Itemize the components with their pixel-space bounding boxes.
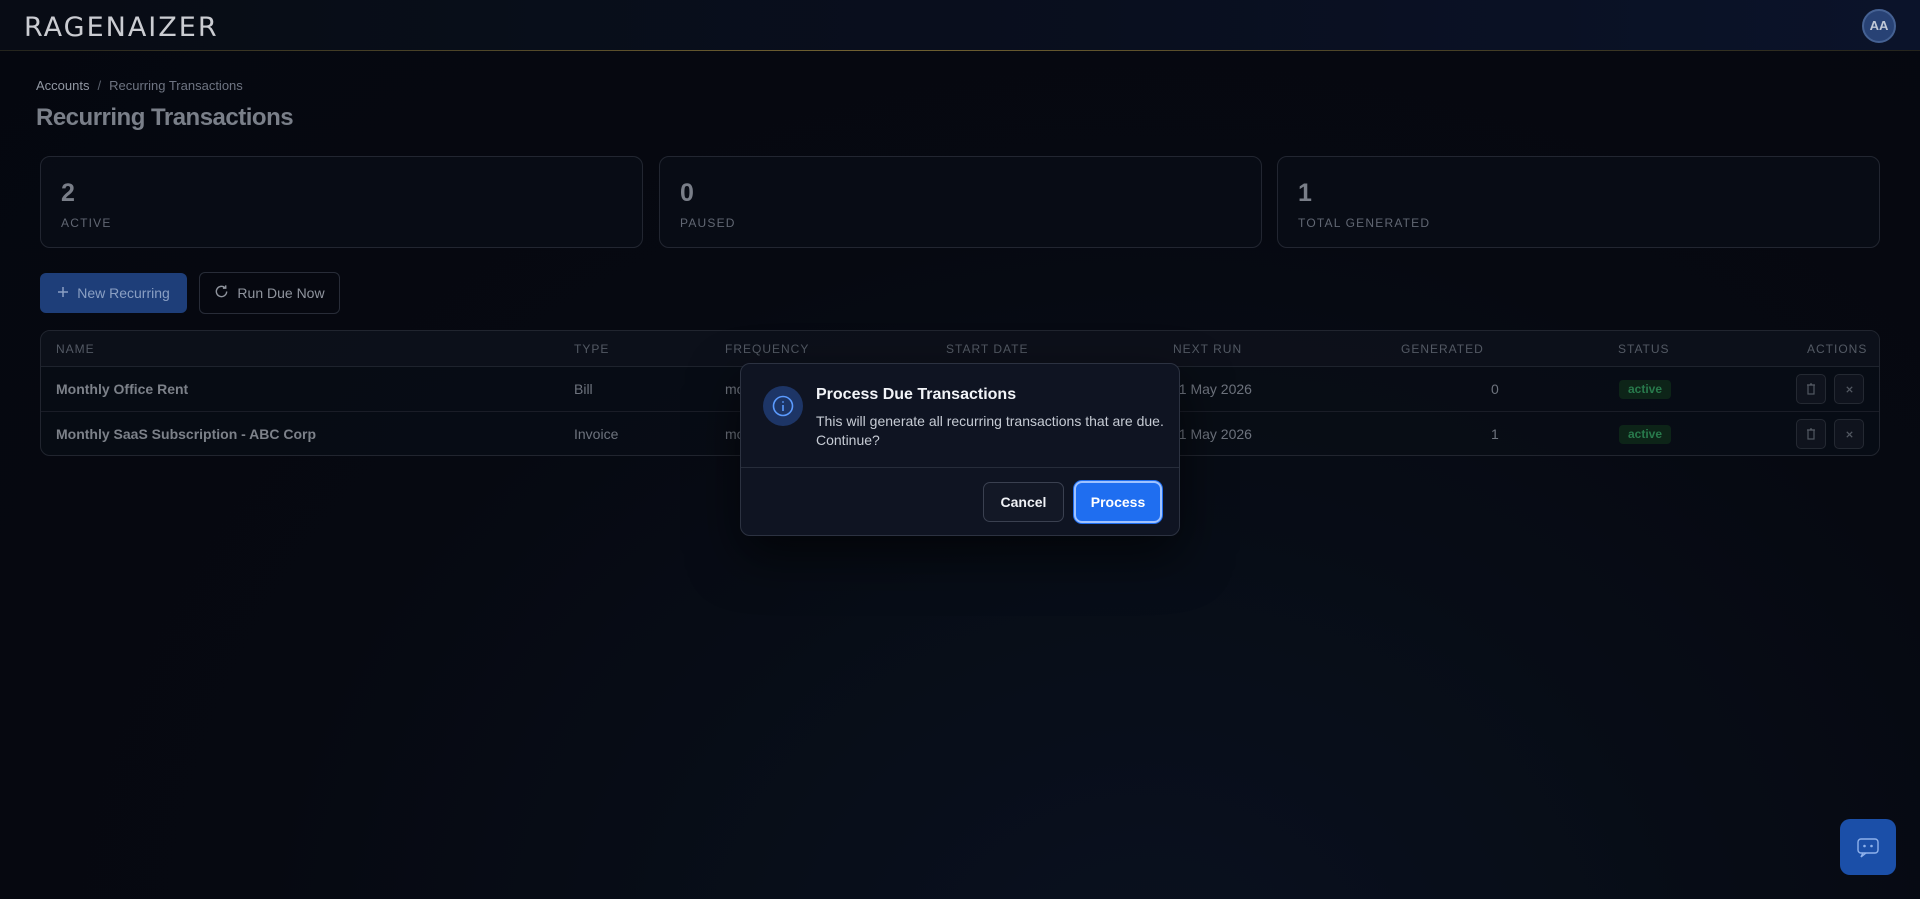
cancel-button[interactable]: Cancel — [983, 482, 1064, 522]
dialog-title: Process Due Transactions — [816, 386, 1017, 403]
info-icon — [763, 386, 803, 426]
dialog-message: This will generate all recurring transac… — [816, 413, 1164, 448]
chat-assistant-button[interactable] — [1840, 819, 1896, 875]
confirm-dialog: Process Due Transactions This will gener… — [740, 363, 1180, 536]
dialog-divider — [741, 467, 1179, 468]
process-button[interactable]: Process — [1074, 481, 1162, 523]
chat-assistant-icon — [1857, 838, 1879, 858]
app-root: RAGENAIZER AA Accounts / Recurring Transac… — [0, 0, 1920, 899]
